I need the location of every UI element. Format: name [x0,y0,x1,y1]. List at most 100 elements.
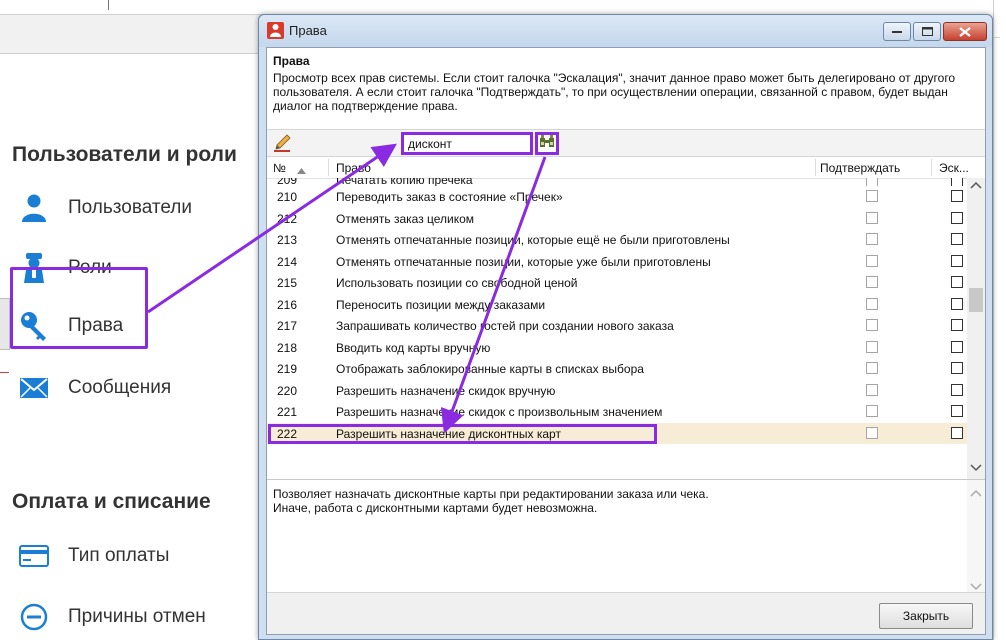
nav-item-payment-type[interactable]: Тип оплаты [18,536,169,576]
row-number: 212 [277,211,298,226]
escalation-checkbox[interactable] [951,190,963,202]
escalation-checkbox[interactable] [951,426,963,439]
maximize-button[interactable] [913,22,941,41]
row-number: 216 [277,297,298,312]
app-icon [267,22,284,39]
table-row[interactable]: 219 Отображать заблокированные карты в с… [267,358,967,380]
minus-circle-icon [18,601,50,633]
nav-item-cancel-reasons[interactable]: Причины отмен [18,597,206,637]
nav-item-label: Тип оплаты [68,545,170,566]
dialog-client-area: Права Просмотр всех прав системы. Если с… [266,47,986,635]
row-number: 215 [277,276,298,290]
app-toolbar [0,14,270,54]
section-title-users: Пользователи и роли [12,143,237,166]
table-row[interactable]: 210 Переводить заказ в состояние «Пречек… [267,186,967,208]
escalation-checkbox[interactable] [951,362,963,374]
divider [108,0,109,10]
escalation-checkbox[interactable] [951,340,963,353]
annotation-highlight [268,423,657,444]
collapsed-panel-handle[interactable] [0,298,10,350]
description-scrollbar[interactable] [967,480,985,592]
confirm-checkbox[interactable] [866,426,878,439]
section-title-payment: Оплата и списание [12,490,211,513]
row-right-name: Разрешить назначение скидок вручную [336,383,556,398]
column-header-escalation[interactable]: Эск... [939,161,969,175]
column-header-num[interactable]: № [273,161,286,175]
column-header-right[interactable]: Право [336,161,371,175]
table-row[interactable]: 209 Печатать копию пречека [267,178,967,186]
background-right-edge [1000,0,1006,640]
escalation-checkbox[interactable] [951,405,963,417]
table-row[interactable]: 212 Отменять заказ целиком [267,208,967,230]
escalation-checkbox[interactable] [951,211,963,224]
confirm-checkbox[interactable] [866,383,878,396]
confirm-checkbox[interactable] [866,254,878,267]
nav-item-users[interactable]: Пользователи [18,188,192,228]
chevron-up-icon[interactable] [970,180,982,192]
escalation-checkbox[interactable] [951,254,963,267]
row-right-name: Вводить код карты вручную [336,340,491,355]
table-row[interactable]: 213 Отменять отпечатанные позиции, котор… [267,229,967,251]
table-row[interactable]: 217 Запрашивать количество гостей при со… [267,315,967,337]
escalation-checkbox[interactable] [951,276,963,288]
table-row-selected[interactable]: 222 Разрешить назначение дисконтных карт [267,422,967,444]
envelope-icon [18,372,50,404]
confirm-checkbox[interactable] [866,190,878,202]
divider [993,0,994,640]
filter-bar [267,130,985,157]
table-row[interactable]: 216 Переносить позиции между заказами [267,294,967,316]
confirm-checkbox[interactable] [866,340,878,353]
dialog-title: Права [289,23,327,38]
table-row[interactable]: 214 Отменять отпечатанные позиции, котор… [267,251,967,273]
nav-item-label: Пользователи [68,197,193,218]
escalation-checkbox[interactable] [951,383,963,396]
escalation-checkbox[interactable] [951,319,963,331]
scrollbar-thumb[interactable] [969,288,983,312]
escalation-checkbox[interactable] [951,297,963,310]
table-row[interactable]: 215 Использовать позиции со свободной це… [267,272,967,294]
row-number: 219 [277,362,298,376]
nav-item-messages[interactable]: Сообщения [18,368,171,408]
table-row[interactable]: 220 Разрешить назначение скидок вручную [267,380,967,402]
dialog-header: Права Просмотр всех прав системы. Если с… [267,48,985,130]
table-row[interactable]: 218 Вводить код карты вручную [267,337,967,359]
close-window-button[interactable] [943,22,987,41]
binoculars-icon [539,134,555,153]
row-right-name: Переводить заказ в состояние «Пречек» [336,190,563,204]
minimize-button[interactable] [883,22,911,41]
chevron-down-icon[interactable] [970,463,982,475]
confirm-checkbox[interactable] [866,362,878,374]
row-number: 210 [277,190,298,204]
confirm-checkbox[interactable] [866,233,878,245]
row-number: 217 [277,319,298,333]
close-button[interactable]: Закрыть [879,603,973,629]
annotation-highlight [10,267,148,349]
nav-item-label: Причины отмен [68,606,206,627]
column-header-confirm[interactable]: Подтверждать [820,161,900,175]
pencil-icon[interactable] [273,133,293,153]
escalation-checkbox[interactable] [951,233,963,245]
divider [328,159,329,176]
table-header: № Право Подтверждать Эск... [267,157,985,179]
chevron-up-icon[interactable] [970,484,982,502]
user-icon [18,192,50,224]
escalation-checkbox[interactable] [951,178,963,186]
filter-button[interactable] [535,132,559,155]
confirm-checkbox[interactable] [866,297,878,310]
row-number: 213 [277,233,298,247]
row-number: 220 [277,383,298,398]
row-right-name: Использовать позиции со свободной ценой [336,276,578,290]
table-row[interactable]: 221 Разрешить назначение скидок с произв… [267,401,967,423]
rights-table: № Право Подтверждать Эск... 209 Печатать… [267,157,985,479]
confirm-checkbox[interactable] [866,178,878,186]
confirm-checkbox[interactable] [866,276,878,288]
confirm-checkbox[interactable] [866,319,878,331]
row-number: 209 [277,178,298,186]
divider [0,372,9,373]
confirm-checkbox[interactable] [866,211,878,224]
row-right-name: Отображать заблокированные карты в списк… [336,362,644,376]
confirm-checkbox[interactable] [866,405,878,417]
filter-input[interactable] [401,132,533,155]
table-scrollbar[interactable] [967,178,985,479]
dialog-titlebar[interactable]: Права [259,15,992,47]
